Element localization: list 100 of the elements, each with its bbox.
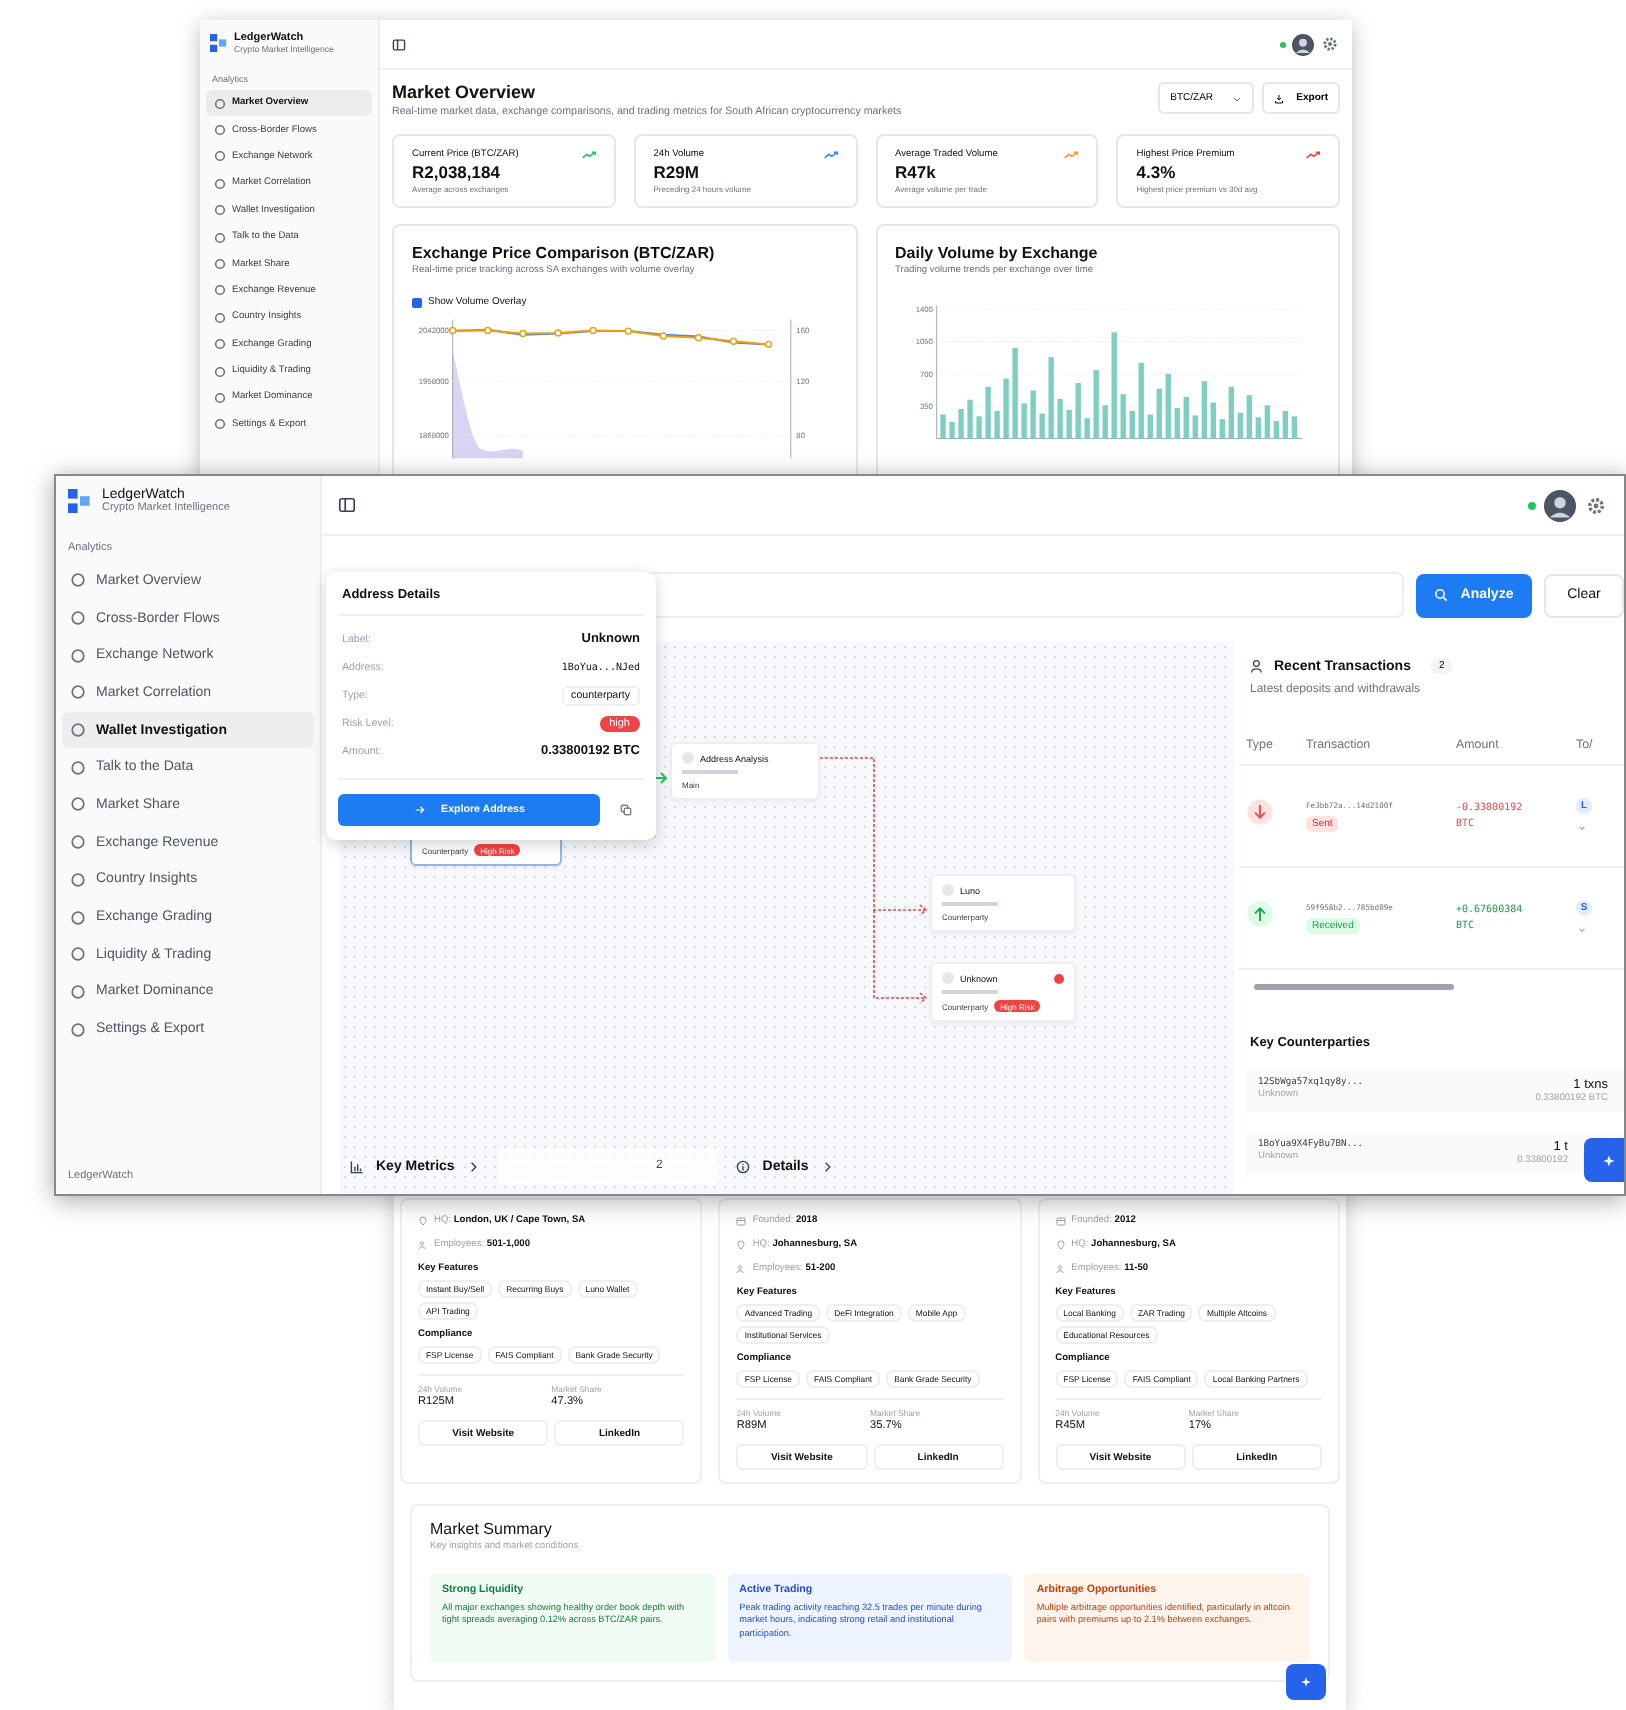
bar (1128, 410, 1134, 439)
settings-icon[interactable] (1320, 34, 1340, 54)
circle-icon (214, 231, 226, 244)
circle-icon (70, 647, 86, 664)
bar (1209, 402, 1215, 439)
address-placeholder-line (942, 990, 998, 994)
bar (1065, 409, 1071, 439)
circle-icon (70, 834, 86, 851)
info-icon (736, 1159, 751, 1173)
stat-value: R2,038,184 (412, 162, 502, 182)
bar (1164, 373, 1170, 439)
calendar-icon (736, 1216, 747, 1226)
bar (1101, 405, 1107, 439)
people-icon (736, 1264, 747, 1274)
bar (957, 408, 963, 439)
sparkle-icon (1601, 1153, 1615, 1167)
bar (1137, 362, 1143, 439)
status-dot (1280, 41, 1286, 47)
arrow-right-icon (413, 804, 426, 816)
circle-icon (70, 871, 86, 888)
bar (1182, 396, 1188, 439)
circle-icon (70, 909, 86, 926)
bar (1227, 386, 1233, 439)
circle-icon (70, 983, 86, 1000)
volume-area (452, 351, 523, 459)
circle-icon (214, 418, 226, 431)
avatar[interactable] (1292, 33, 1314, 55)
circle-icon (70, 684, 86, 701)
calendar-icon (1055, 1216, 1066, 1226)
download-icon (1274, 93, 1285, 103)
bar (975, 416, 981, 439)
circle-icon (70, 796, 86, 813)
people-icon (418, 1240, 428, 1250)
circle-icon (214, 284, 226, 297)
bar (993, 410, 999, 439)
address-placeholder-line (942, 902, 998, 906)
bar (1029, 390, 1035, 439)
bar (1002, 378, 1008, 439)
stat-value: R29M (653, 162, 701, 182)
circle-icon (214, 204, 226, 217)
circle-icon (70, 759, 86, 776)
circle-icon (70, 946, 86, 963)
address-placeholder-line (682, 770, 738, 774)
bar-chart-icon (350, 1159, 364, 1173)
sidebar-toggle-icon[interactable] (338, 496, 356, 514)
search-icon (1434, 588, 1449, 602)
risk-dot (1054, 973, 1064, 983)
logo-icon (68, 488, 92, 514)
circle-icon (214, 124, 226, 137)
bar (1047, 357, 1053, 439)
checkbox[interactable] (412, 297, 422, 307)
settings-icon[interactable] (1584, 493, 1608, 517)
stat-value: 4.3% (1136, 162, 1178, 182)
bar (1173, 408, 1179, 439)
people-icon (1055, 1264, 1066, 1274)
location-pin-icon (736, 1240, 747, 1250)
node-icon (682, 752, 694, 764)
bar (1110, 332, 1116, 439)
status-dot (1528, 501, 1536, 509)
people-icon (1250, 658, 1266, 674)
assistant-button[interactable] (1286, 1664, 1326, 1700)
node-icon (942, 972, 954, 984)
circle-icon (70, 722, 86, 739)
chart-title: Daily Volume by Exchange (895, 244, 1100, 262)
bar (1155, 388, 1161, 439)
bar (1083, 418, 1089, 439)
page-title: Market Overview (392, 82, 538, 102)
location-pin-icon (1055, 1240, 1066, 1250)
bar (948, 421, 954, 439)
sparkle-icon (1300, 1676, 1312, 1688)
circle-icon (214, 365, 226, 378)
bar (1020, 403, 1026, 439)
bar (1236, 412, 1242, 439)
section-title: Market Summary (430, 1520, 554, 1538)
bar (1074, 383, 1080, 439)
node-icon (942, 884, 954, 896)
bar (966, 399, 972, 439)
bar (984, 386, 990, 439)
circle-icon (214, 258, 226, 271)
circle-icon (214, 177, 226, 190)
assistant-button[interactable] (1584, 1138, 1624, 1182)
stat-value: R47k (895, 162, 938, 182)
bar (1092, 370, 1098, 439)
bar (1119, 394, 1125, 439)
bar (1191, 415, 1197, 439)
bar (1056, 398, 1062, 439)
chevron-right-icon (466, 1159, 481, 1173)
sidebar-toggle-icon[interactable] (392, 37, 406, 51)
circle-icon (214, 338, 226, 351)
avatar[interactable] (1544, 489, 1576, 521)
circle-icon (214, 150, 226, 163)
circle-icon (214, 97, 226, 110)
circle-icon (214, 311, 226, 324)
bar (1146, 414, 1152, 439)
connector-arrow (653, 772, 668, 784)
circle-icon (70, 572, 86, 589)
circle-icon (70, 610, 86, 627)
chart-title: Exchange Price Comparison (BTC/ZAR) (412, 244, 717, 262)
circle-icon (70, 1021, 86, 1038)
chevron-right-icon (820, 1159, 835, 1173)
